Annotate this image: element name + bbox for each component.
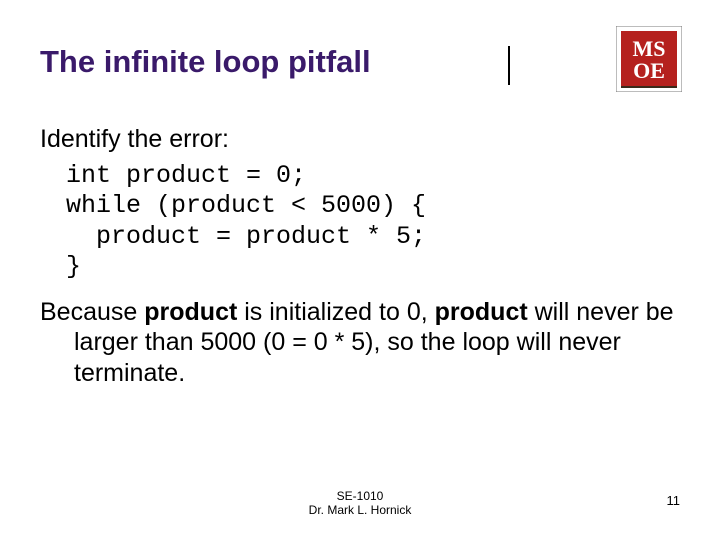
slide: The infinite loop pitfall MS OE Identify…: [0, 0, 720, 540]
explain-bold-2: product: [435, 298, 528, 326]
footer: SE-1010 Dr. Mark L. Hornick: [0, 490, 720, 518]
logo-svg: MS OE: [616, 26, 682, 92]
footer-author: Dr. Mark L. Hornick: [0, 504, 720, 518]
lead-text: Identify the error:: [40, 124, 680, 155]
slide-body: Identify the error: int product = 0; whi…: [40, 124, 680, 388]
explain-part-1: Because: [40, 298, 144, 326]
code-block: int product = 0; while (product < 5000) …: [66, 161, 680, 283]
page-number: 11: [667, 493, 681, 508]
explain-bold-1: product: [144, 298, 237, 326]
slide-title: The infinite loop pitfall: [40, 46, 498, 79]
msoe-logo: MS OE: [616, 26, 682, 92]
logo-text-bottom: OE: [633, 58, 665, 83]
explain-part-3: is initialized to 0,: [237, 298, 434, 326]
explanation: Because product is initialized to 0, pro…: [40, 297, 680, 389]
footer-course: SE-1010: [0, 490, 720, 504]
title-container: The infinite loop pitfall: [40, 46, 510, 85]
